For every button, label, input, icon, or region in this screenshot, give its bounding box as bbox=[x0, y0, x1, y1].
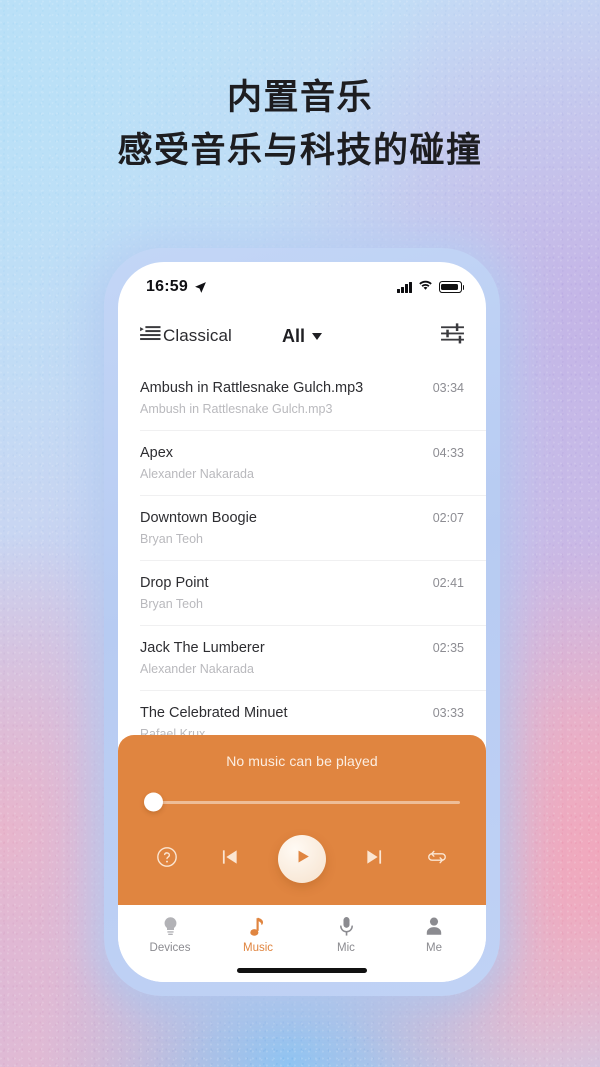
home-indicator[interactable] bbox=[237, 968, 367, 973]
track-title: Ambush in Rattlesnake Gulch.mp3 bbox=[140, 380, 364, 396]
chevron-down-icon bbox=[312, 332, 322, 340]
playlist-selector[interactable]: Classical bbox=[140, 325, 232, 347]
next-button[interactable] bbox=[359, 844, 389, 874]
tab-music[interactable]: Music bbox=[222, 915, 294, 954]
tab-label: Music bbox=[242, 942, 274, 954]
location-arrow-icon bbox=[194, 281, 207, 294]
play-icon bbox=[293, 847, 312, 871]
skip-previous-icon bbox=[220, 847, 240, 872]
cellular-signal-icon bbox=[397, 281, 412, 293]
track-duration: 02:35 bbox=[432, 641, 464, 655]
track-info: Downtown Boogie Bryan Teoh bbox=[140, 509, 423, 548]
tab-label: Devices bbox=[149, 942, 191, 954]
bottom-tab-bar: Devices Music Mic Me bbox=[118, 905, 486, 958]
track-info: The Celebrated Minuet Rafael Krux bbox=[140, 704, 423, 735]
help-button[interactable] bbox=[152, 844, 182, 874]
status-bar-time: 16:59 bbox=[146, 278, 188, 295]
progress-track bbox=[144, 800, 460, 804]
music-note-icon bbox=[249, 915, 267, 937]
equalizer-settings-icon bbox=[441, 323, 464, 349]
progress-slider[interactable] bbox=[144, 792, 460, 812]
tab-label: Mic bbox=[337, 942, 355, 954]
track-list[interactable]: Ambush in Rattlesnake Gulch.mp3 Ambush i… bbox=[118, 364, 486, 735]
player-status-text: No music can be played bbox=[226, 753, 378, 769]
track-artist: Bryan Teoh bbox=[140, 597, 204, 611]
headline-line-1: 内置音乐 bbox=[226, 78, 373, 117]
tab-devices[interactable]: Devices bbox=[134, 915, 206, 954]
table-row[interactable]: The Celebrated Minuet Rafael Krux 03:33 bbox=[118, 691, 486, 735]
table-row[interactable]: Apex Alexander Nakarada 04:33 bbox=[118, 431, 486, 496]
question-circle-icon bbox=[156, 846, 178, 873]
tab-mic[interactable]: Mic bbox=[310, 915, 382, 954]
app-header: Classical All bbox=[118, 308, 486, 364]
tab-me[interactable]: Me bbox=[398, 915, 470, 954]
table-row[interactable]: Ambush in Rattlesnake Gulch.mp3 Ambush i… bbox=[118, 366, 486, 431]
play-button[interactable] bbox=[278, 835, 326, 883]
track-info: Drop Point Bryan Teoh bbox=[140, 574, 423, 613]
track-artist: Alexander Nakarada bbox=[140, 662, 254, 676]
track-artist: Rafael Krux bbox=[140, 727, 206, 735]
tab-label: Me bbox=[426, 942, 442, 954]
playlist-icon bbox=[140, 325, 161, 347]
person-icon bbox=[425, 915, 443, 937]
track-artist: Alexander Nakarada bbox=[140, 467, 254, 481]
track-duration: 03:34 bbox=[432, 381, 464, 395]
battery-full-icon bbox=[439, 281, 465, 293]
progress-knob[interactable] bbox=[144, 792, 163, 812]
microphone-icon bbox=[338, 915, 355, 937]
player-panel: No music can be played bbox=[118, 735, 486, 905]
track-title: Downtown Boogie bbox=[140, 510, 257, 526]
table-row[interactable]: Downtown Boogie Bryan Teoh 02:07 bbox=[118, 496, 486, 561]
status-bar: 16:59 bbox=[118, 262, 486, 308]
track-duration: 03:33 bbox=[432, 706, 464, 720]
track-duration: 02:41 bbox=[432, 576, 464, 590]
track-info: Jack The Lumberer Alexander Nakarada bbox=[140, 639, 423, 678]
repeat-button[interactable] bbox=[422, 844, 452, 874]
track-duration: 02:07 bbox=[432, 511, 464, 525]
track-title: Drop Point bbox=[140, 575, 209, 591]
settings-button[interactable] bbox=[441, 323, 464, 349]
playlist-name: Classical bbox=[163, 326, 232, 345]
track-duration: 04:33 bbox=[432, 446, 464, 460]
repeat-icon bbox=[426, 846, 448, 873]
track-title: The Celebrated Minuet bbox=[140, 705, 288, 721]
headline-line-2: 感受音乐与科技的碰撞 bbox=[117, 131, 483, 170]
promo-headline: 内置音乐 感受音乐与科技的碰撞 bbox=[0, 74, 600, 176]
table-row[interactable]: Jack The Lumberer Alexander Nakarada 02:… bbox=[118, 626, 486, 691]
track-info: Ambush in Rattlesnake Gulch.mp3 Ambush i… bbox=[140, 379, 423, 418]
home-indicator-area bbox=[118, 958, 486, 982]
phone-screen: 16:59 Classical All Ambush in Rattlesnak… bbox=[118, 262, 486, 982]
wifi-icon bbox=[418, 278, 433, 296]
track-artist: Bryan Teoh bbox=[140, 532, 204, 546]
track-title: Apex bbox=[140, 445, 174, 461]
skip-next-icon bbox=[364, 847, 384, 872]
track-title: Jack The Lumberer bbox=[140, 640, 265, 656]
player-controls bbox=[118, 835, 486, 883]
phone-mockup: 16:59 Classical All Ambush in Rattlesnak… bbox=[104, 248, 500, 996]
table-row[interactable]: Drop Point Bryan Teoh 02:41 bbox=[118, 561, 486, 626]
status-bar-right bbox=[397, 278, 465, 296]
status-bar-left: 16:59 bbox=[146, 278, 207, 296]
track-artist: Ambush in Rattlesnake Gulch.mp3 bbox=[140, 402, 333, 416]
filter-dropdown[interactable]: All bbox=[282, 326, 322, 347]
previous-button[interactable] bbox=[215, 844, 245, 874]
filter-label: All bbox=[281, 325, 305, 346]
track-info: Apex Alexander Nakarada bbox=[140, 444, 423, 483]
lightbulb-icon bbox=[161, 915, 180, 937]
